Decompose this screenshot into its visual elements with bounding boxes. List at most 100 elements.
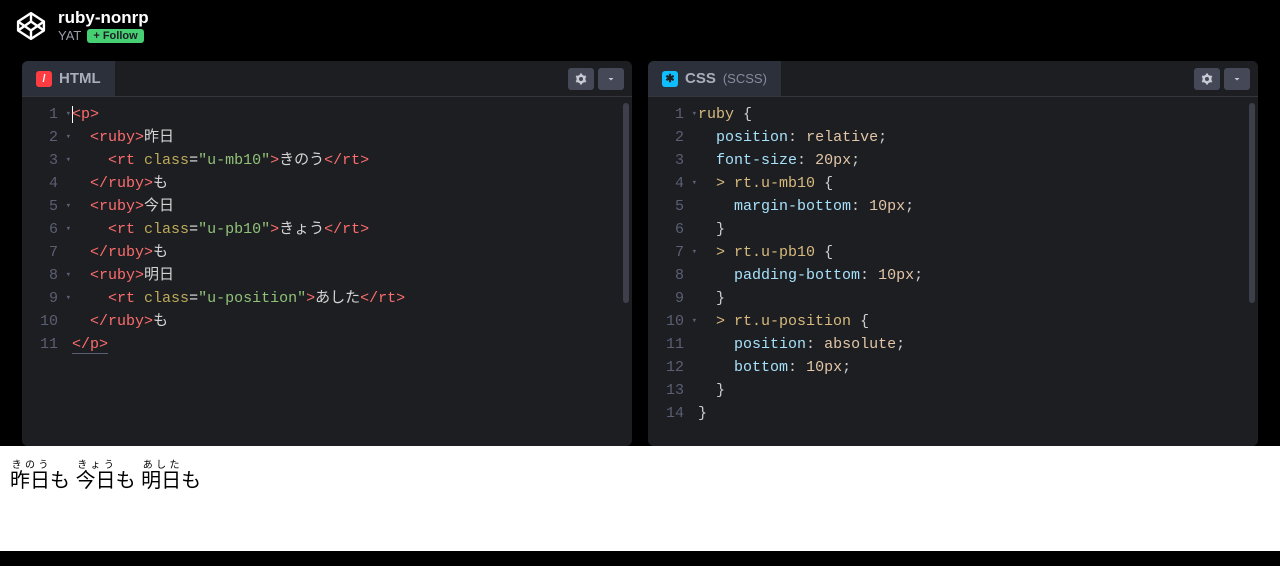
code-content[interactable]: </ruby>も: [72, 310, 168, 333]
code-line[interactable]: 3 <rt class="u-mb10">きのう</rt>: [22, 149, 632, 172]
code-line[interactable]: 8 <ruby>明日: [22, 264, 632, 287]
code-line[interactable]: 5 margin-bottom: 10px;: [648, 195, 1258, 218]
code-content[interactable]: padding-bottom: 10px;: [698, 264, 923, 287]
line-number: 5: [648, 195, 698, 218]
code-line[interactable]: 14}: [648, 402, 1258, 425]
code-content[interactable]: }: [698, 218, 725, 241]
line-number: 12: [648, 356, 698, 379]
line-number: 7: [648, 241, 698, 264]
code-content[interactable]: position: absolute;: [698, 333, 905, 356]
code-line[interactable]: 6 }: [648, 218, 1258, 241]
separator: も: [181, 470, 201, 492]
output-preview: 昨日きのうも 今日きょうも 明日あしたも: [0, 446, 1280, 551]
line-number: 4: [22, 172, 72, 195]
code-content[interactable]: }: [698, 379, 725, 402]
code-line[interactable]: 10 </ruby>も: [22, 310, 632, 333]
code-content[interactable]: <p>: [72, 103, 99, 126]
html-dropdown-button[interactable]: [598, 68, 624, 90]
line-number: 4: [648, 172, 698, 195]
css-dropdown-button[interactable]: [1224, 68, 1250, 90]
html-panel: / HTML 1<p>2 <ruby>昨日3 <rt class="u-mb10…: [22, 61, 632, 446]
css-settings-button[interactable]: [1194, 68, 1220, 90]
line-number: 9: [648, 287, 698, 310]
code-content[interactable]: > rt.u-position {: [698, 310, 869, 333]
line-number: 8: [22, 264, 72, 287]
editor-panels: / HTML 1<p>2 <ruby>昨日3 <rt class="u-mb10…: [0, 51, 1280, 446]
css-panel-actions: [1194, 68, 1258, 90]
css-sublabel: (SCSS): [723, 71, 767, 86]
code-line[interactable]: 12 bottom: 10px;: [648, 356, 1258, 379]
line-number: 7: [22, 241, 72, 264]
code-line[interactable]: 4 > rt.u-mb10 {: [648, 172, 1258, 195]
css-editor[interactable]: 1ruby {2 position: relative;3 font-size:…: [648, 97, 1258, 446]
code-line[interactable]: 6 <rt class="u-pb10">きょう</rt>: [22, 218, 632, 241]
code-line[interactable]: 1ruby {: [648, 103, 1258, 126]
line-number: 6: [22, 218, 72, 241]
code-line[interactable]: 2 <ruby>昨日: [22, 126, 632, 149]
line-number: 3: [648, 149, 698, 172]
code-content[interactable]: </ruby>も: [72, 241, 168, 264]
line-number: 11: [22, 333, 72, 356]
code-content[interactable]: > rt.u-pb10 {: [698, 241, 833, 264]
code-content[interactable]: </ruby>も: [72, 172, 168, 195]
code-content[interactable]: }: [698, 402, 707, 425]
code-line[interactable]: 1<p>: [22, 103, 632, 126]
code-content[interactable]: <ruby>昨日: [72, 126, 174, 149]
css-panel-header: ✱ CSS (SCSS): [648, 61, 1258, 97]
line-number: 10: [648, 310, 698, 333]
codepen-logo-icon[interactable]: [16, 11, 46, 41]
code-content[interactable]: font-size: 20px;: [698, 149, 860, 172]
header: ruby-nonrp YAT + Follow: [0, 0, 1280, 51]
code-line[interactable]: 8 padding-bottom: 10px;: [648, 264, 1258, 287]
line-number: 2: [648, 126, 698, 149]
code-line[interactable]: 5 <ruby>今日: [22, 195, 632, 218]
code-line[interactable]: 7 > rt.u-pb10 {: [648, 241, 1258, 264]
css-tab[interactable]: ✱ CSS (SCSS): [648, 61, 781, 96]
pen-title: ruby-nonrp: [58, 8, 149, 28]
css-icon: ✱: [662, 71, 678, 87]
code-content[interactable]: position: relative;: [698, 126, 887, 149]
line-number: 9: [22, 287, 72, 310]
code-content[interactable]: <rt class="u-mb10">きのう</rt>: [72, 149, 369, 172]
code-line[interactable]: 7 </ruby>も: [22, 241, 632, 264]
line-number: 11: [648, 333, 698, 356]
html-panel-header: / HTML: [22, 61, 632, 97]
css-panel: ✱ CSS (SCSS) 1ruby {2 position: relative…: [648, 61, 1258, 446]
code-content[interactable]: <rt class="u-position">あした</rt>: [72, 287, 405, 310]
code-content[interactable]: margin-bottom: 10px;: [698, 195, 914, 218]
code-line[interactable]: 11</p>: [22, 333, 632, 356]
separator: も: [50, 470, 76, 492]
code-line[interactable]: 13 }: [648, 379, 1258, 402]
title-block: ruby-nonrp YAT + Follow: [58, 8, 149, 43]
code-content[interactable]: }: [698, 287, 725, 310]
code-content[interactable]: > rt.u-mb10 {: [698, 172, 833, 195]
code-line[interactable]: 11 position: absolute;: [648, 333, 1258, 356]
author-name[interactable]: YAT: [58, 28, 81, 43]
html-editor[interactable]: 1<p>2 <ruby>昨日3 <rt class="u-mb10">きのう</…: [22, 97, 632, 446]
code-line[interactable]: 10 > rt.u-position {: [648, 310, 1258, 333]
code-content[interactable]: bottom: 10px;: [698, 356, 851, 379]
line-number: 1: [22, 103, 72, 126]
code-line[interactable]: 3 font-size: 20px;: [648, 149, 1258, 172]
html-panel-actions: [568, 68, 632, 90]
code-line[interactable]: 9 }: [648, 287, 1258, 310]
html-settings-button[interactable]: [568, 68, 594, 90]
html-tab[interactable]: / HTML: [22, 61, 115, 96]
line-number: 5: [22, 195, 72, 218]
code-content[interactable]: <ruby>今日: [72, 195, 174, 218]
author-row: YAT + Follow: [58, 28, 149, 43]
ruby-item: 昨日きのう: [10, 470, 50, 492]
line-number: 8: [648, 264, 698, 287]
code-line[interactable]: 4 </ruby>も: [22, 172, 632, 195]
code-content[interactable]: <rt class="u-pb10">きょう</rt>: [72, 218, 369, 241]
line-number: 1: [648, 103, 698, 126]
line-number: 6: [648, 218, 698, 241]
code-content[interactable]: ruby {: [698, 103, 752, 126]
code-line[interactable]: 9 <rt class="u-position">あした</rt>: [22, 287, 632, 310]
code-content[interactable]: </p>: [72, 333, 108, 356]
output-paragraph: 昨日きのうも 今日きょうも 明日あしたも: [10, 460, 1270, 493]
code-line[interactable]: 2 position: relative;: [648, 126, 1258, 149]
follow-button[interactable]: + Follow: [87, 29, 143, 43]
code-content[interactable]: <ruby>明日: [72, 264, 174, 287]
line-number: 14: [648, 402, 698, 425]
